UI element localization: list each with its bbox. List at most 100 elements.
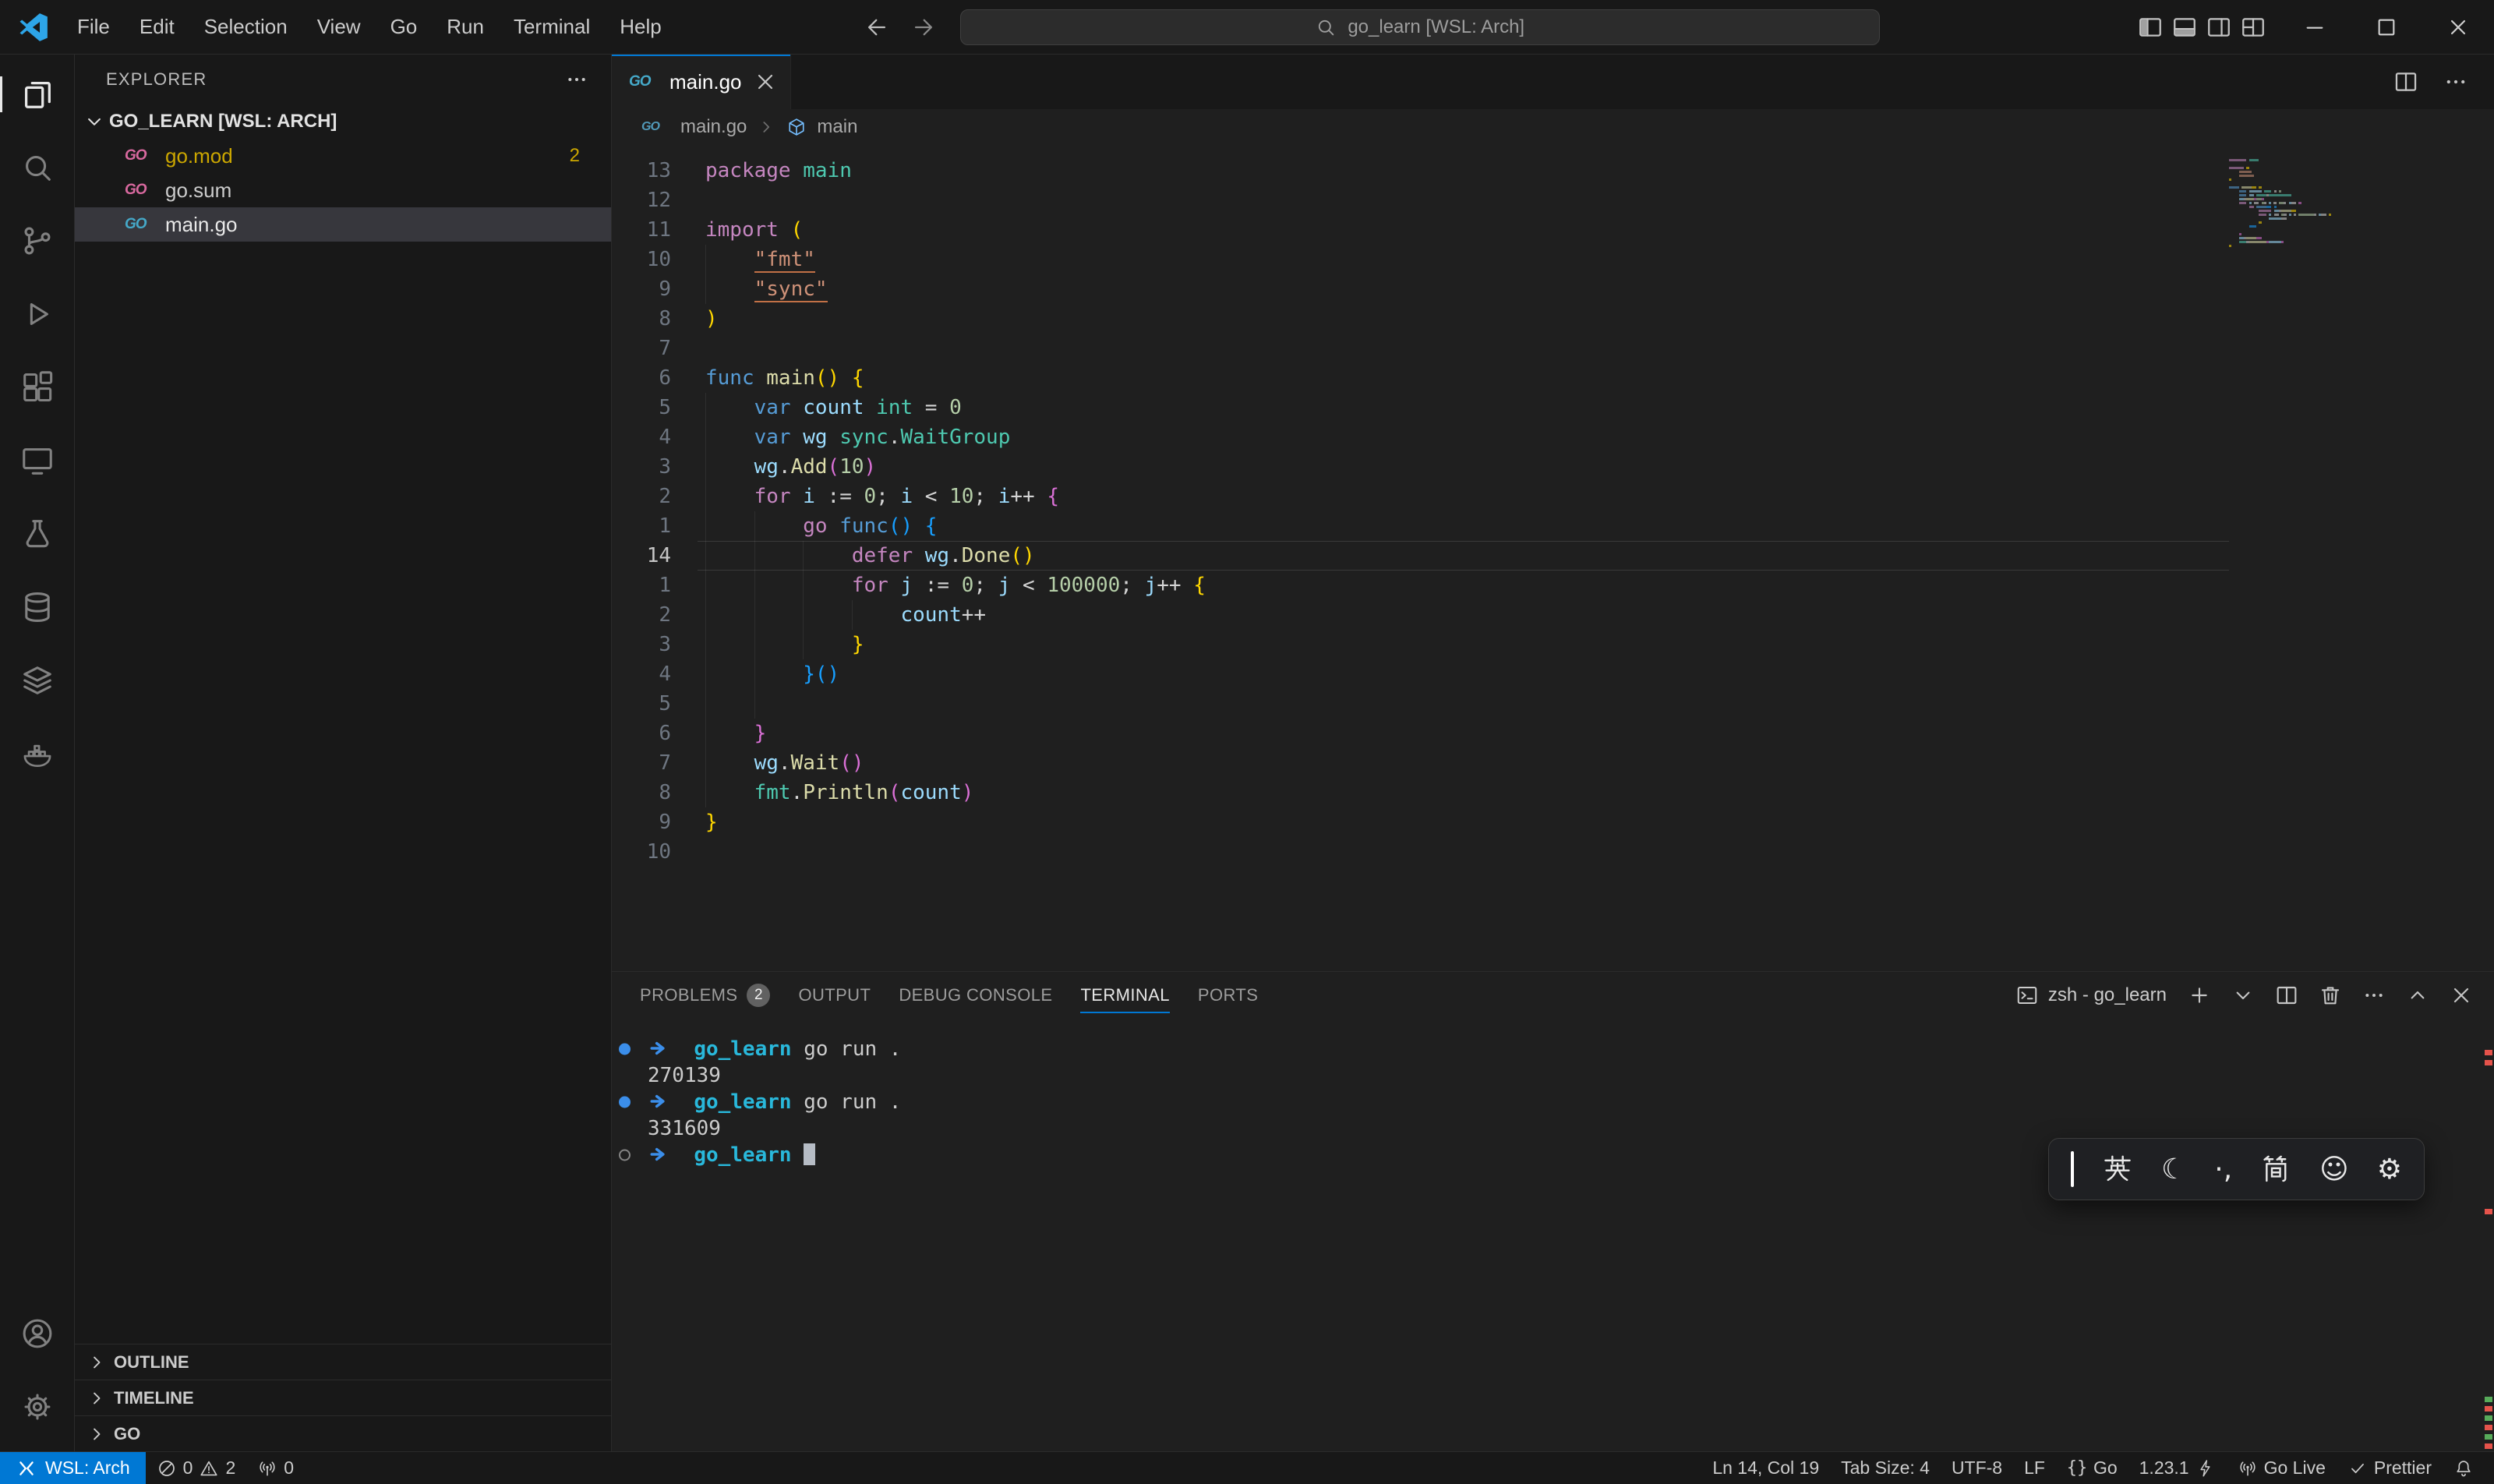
command-decoration[interactable]: [619, 1097, 631, 1108]
breadcrumb-symbol[interactable]: main: [817, 116, 857, 138]
ellipsis-icon[interactable]: [2443, 69, 2469, 95]
trash-icon[interactable]: [2318, 983, 2343, 1008]
check-icon: [2347, 1458, 2368, 1479]
symbol-box-icon: [786, 116, 807, 138]
menu-help[interactable]: Help: [605, 9, 676, 45]
code-line: 9"sync": [612, 274, 2494, 304]
maximize-button[interactable]: [2351, 0, 2422, 54]
code-text: func main() {: [705, 366, 864, 390]
activity-testing[interactable]: [0, 497, 74, 571]
activity-account[interactable]: [0, 1297, 74, 1370]
plus-icon[interactable]: [2187, 983, 2212, 1008]
ime-settings-icon[interactable]: ⚙: [2377, 1154, 2402, 1185]
section-timeline[interactable]: TIMELINE: [75, 1380, 611, 1415]
layout-sidebar-right-icon[interactable]: [2206, 14, 2232, 41]
activity-run-debug[interactable]: [0, 277, 74, 351]
ellipsis-icon[interactable]: [2362, 983, 2386, 1008]
activity-remote-explorer[interactable]: [0, 424, 74, 497]
code-text: }(): [803, 662, 839, 686]
panel-tab-ports[interactable]: PORTS: [1198, 972, 1258, 1019]
panel-actions: [2187, 983, 2474, 1008]
menu-terminal[interactable]: Terminal: [499, 9, 605, 45]
activity-docker[interactable]: [0, 717, 74, 790]
punctuation-icon[interactable]: ·,: [2214, 1154, 2232, 1185]
prompt-arrow-icon: [648, 1090, 669, 1112]
code-text: "sync": [754, 277, 828, 301]
layout-sidebar-left-icon[interactable]: [2137, 14, 2164, 41]
minimap[interactable]: [2229, 159, 2471, 253]
panel-tab-problems[interactable]: PROBLEMS2: [640, 972, 770, 1019]
bell-icon: [2453, 1458, 2474, 1479]
file-go.mod[interactable]: GOgo.mod2: [75, 139, 611, 173]
language-mode[interactable]: {}Go: [2056, 1452, 2128, 1484]
notifications[interactable]: [2443, 1452, 2485, 1484]
code-text: }: [852, 633, 864, 656]
code-editor[interactable]: 13package main1211import (10"fmt"9"sync"…: [612, 145, 2494, 971]
remote-indicator[interactable]: WSL: Arch: [0, 1452, 146, 1484]
indent-guide: [705, 719, 706, 748]
ellipsis-icon[interactable]: [564, 67, 589, 92]
code-text: for j := 0; j < 100000; j++ {: [852, 574, 1206, 597]
go-version[interactable]: 1.23.1: [2128, 1452, 2227, 1484]
menu-run[interactable]: Run: [432, 9, 499, 45]
back-arrow-icon[interactable]: [864, 14, 890, 41]
minimize-button[interactable]: [2279, 0, 2351, 54]
chevron-up-icon[interactable]: [2405, 983, 2430, 1008]
activity-extensions[interactable]: [0, 351, 74, 424]
panel-tab-debug-console[interactable]: DEBUG CONSOLE: [899, 972, 1052, 1019]
code-text: import (: [705, 218, 803, 242]
file-main.go[interactable]: GOmain.go: [75, 207, 611, 242]
prettier[interactable]: Prettier: [2337, 1452, 2443, 1484]
section-go[interactable]: GO: [75, 1415, 611, 1451]
indent-guide: [754, 659, 755, 689]
eol[interactable]: LF: [2013, 1452, 2056, 1484]
panel-tab-terminal[interactable]: TERMINAL: [1080, 972, 1169, 1019]
ports-status[interactable]: 0: [246, 1452, 305, 1484]
command-center-search[interactable]: go_learn [WSL: Arch]: [960, 9, 1880, 45]
panel-tab-output[interactable]: OUTPUT: [798, 972, 871, 1019]
hanzi-ying-icon[interactable]: [2102, 1154, 2133, 1185]
activity-source-control[interactable]: [0, 204, 74, 277]
error-mark: [2485, 1209, 2492, 1214]
command-decoration[interactable]: [619, 1150, 631, 1161]
chevron-right-icon: [86, 1352, 108, 1373]
tab-label: main.go: [669, 70, 742, 94]
menu-view[interactable]: View: [302, 9, 376, 45]
menu-selection[interactable]: Selection: [189, 9, 302, 45]
terminal-instance[interactable]: zsh - go_learn: [2015, 984, 2167, 1007]
layout-panel-icon[interactable]: [2171, 14, 2198, 41]
indentation[interactable]: Tab Size: 4: [1830, 1452, 1941, 1484]
encoding[interactable]: UTF-8: [1941, 1452, 2013, 1484]
terminal[interactable]: go_learn go run .270139 go_learn go run …: [612, 1019, 2494, 1451]
command-decoration[interactable]: [619, 1044, 631, 1055]
close-icon[interactable]: [2449, 983, 2474, 1008]
breadcrumb-file[interactable]: main.go: [680, 116, 747, 138]
split-editor-icon[interactable]: [2274, 983, 2299, 1008]
split-editor-icon[interactable]: [2393, 69, 2419, 95]
activity-search[interactable]: [0, 131, 74, 204]
file-go.sum[interactable]: GOgo.sum: [75, 173, 611, 207]
half-moon-icon[interactable]: ☾: [2161, 1154, 2186, 1185]
hanzi-jian-icon[interactable]: [2260, 1154, 2291, 1185]
tree-root-folder[interactable]: GO_LEARN [WSL: ARCH]: [75, 104, 611, 139]
emoji-icon[interactable]: ☺: [2319, 1154, 2349, 1185]
activity-database[interactable]: [0, 571, 74, 644]
cursor-position[interactable]: Ln 14, Col 19: [1701, 1452, 1830, 1484]
activity-settings-gear[interactable]: [0, 1370, 74, 1443]
chevron-down-icon[interactable]: [2231, 983, 2256, 1008]
problems-status[interactable]: 02: [146, 1452, 247, 1484]
go-live[interactable]: Go Live: [2227, 1452, 2337, 1484]
indent-guide: [705, 778, 706, 807]
activity-layers[interactable]: [0, 644, 74, 717]
forward-arrow-icon[interactable]: [910, 14, 937, 41]
menu-edit[interactable]: Edit: [125, 9, 189, 45]
layout-grid-icon[interactable]: [2240, 14, 2266, 41]
close-icon[interactable]: [753, 69, 778, 94]
menu-file[interactable]: File: [62, 9, 125, 45]
close-button[interactable]: [2422, 0, 2494, 54]
tab-main-go[interactable]: GO main.go: [612, 55, 791, 109]
menu-go[interactable]: Go: [376, 9, 433, 45]
indent-guide: [705, 245, 706, 274]
section-outline[interactable]: OUTLINE: [75, 1344, 611, 1380]
activity-files[interactable]: [0, 58, 74, 131]
